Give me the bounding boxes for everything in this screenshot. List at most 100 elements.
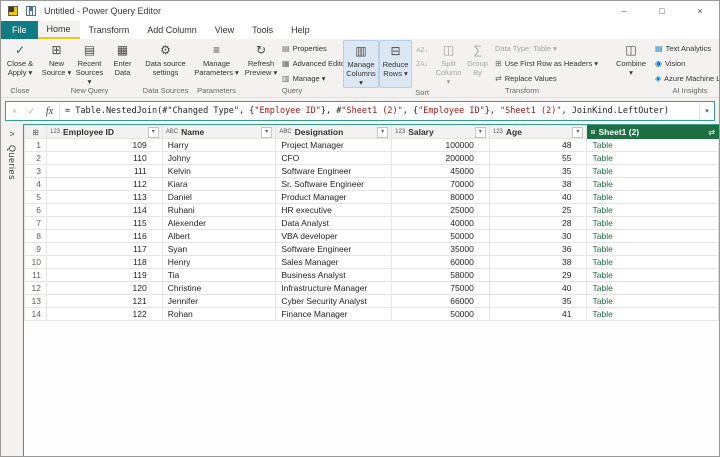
tab-home[interactable]: Home (37, 21, 80, 39)
column-filter-button[interactable]: ▾ (572, 126, 584, 138)
recent-sources-button[interactable]: ▤ Recent Sources ▾ (73, 40, 106, 86)
sort-descending-button[interactable]: ZA↓ (412, 58, 432, 72)
vision-button[interactable]: ◉ Vision (652, 56, 719, 71)
text-analytics-button[interactable]: ▤ Text Analytics (652, 41, 719, 56)
row-number[interactable]: 4 (24, 177, 47, 191)
data-preview-table: ⊞ 123 Employee ID ▾ ABC Name ▾ ABC Designation ▾ 1… (24, 125, 719, 321)
queries-expand-button[interactable]: > (9, 127, 14, 141)
table-link-cell[interactable]: Table (586, 229, 719, 243)
data-cell: 118 (45, 255, 163, 269)
formula-input[interactable]: = Table.NestedJoin(#"Changed Type", {"Em… (60, 102, 699, 120)
row-number[interactable]: 13 (24, 294, 47, 308)
table-link-cell[interactable]: Table (586, 151, 719, 165)
table-link-cell[interactable]: Table (586, 203, 719, 217)
combine-icon: ◫ (625, 43, 637, 57)
column-header-salary[interactable]: 123 Salary ▾ (391, 125, 490, 139)
table-link-cell[interactable]: Table (586, 190, 719, 204)
replace-values-button[interactable]: ⇄ Replace Values (492, 71, 610, 86)
ribbon-tabs: File Home Transform Add Column View Tool… (1, 21, 719, 39)
data-cell: 25 (488, 203, 588, 217)
manage-parameters-button[interactable]: ≡ Manage Parameters ▾ (192, 40, 241, 86)
commit-formula-icon[interactable]: ✓ (23, 102, 40, 120)
table-link-cell[interactable]: Table (586, 242, 719, 256)
close-button[interactable]: × (681, 1, 719, 21)
table-link-cell[interactable]: Table (586, 216, 719, 230)
tab-add-column[interactable]: Add Column (138, 21, 206, 39)
column-filter-button[interactable]: ▾ (261, 126, 273, 138)
column-header-sheet1-2-[interactable]: ⊞ Sheet1 (2) ⇄ (586, 125, 719, 139)
column-header-age[interactable]: 123 Age ▾ (488, 125, 588, 139)
data-cell: Rohan (161, 307, 277, 321)
group-by-button[interactable]: ∑ Group By (463, 40, 492, 86)
data-preview-pane: ⊞ 123 Employee ID ▾ ABC Name ▾ ABC Designation ▾ 1… (23, 124, 719, 456)
column-filter-button[interactable]: ▾ (377, 126, 389, 138)
data-cell: 116 (45, 229, 163, 243)
tab-tools[interactable]: Tools (243, 21, 282, 39)
tab-view[interactable]: View (206, 21, 243, 39)
expand-column-icon[interactable]: ⇄ (708, 128, 715, 137)
row-number[interactable]: 7 (24, 216, 47, 230)
table-link-cell[interactable]: Table (586, 138, 719, 152)
manage-columns-button[interactable]: ▥ Manage Columns ▾ (343, 40, 379, 88)
data-cell: HR executive (275, 203, 393, 217)
table-link-cell[interactable]: Table (586, 177, 719, 191)
column-filter-button[interactable]: ▾ (147, 126, 159, 138)
manage-query-button[interactable]: ▥ Manage ▾ (279, 71, 341, 86)
close-and-apply-button[interactable]: ✓ Close & Apply ▾ (2, 40, 38, 86)
data-cell: 75000 (391, 281, 490, 295)
azure-machine-learning-button[interactable]: ◈ Azure Machine Lea (652, 71, 719, 86)
tab-file[interactable]: File (1, 21, 38, 39)
table-link-cell[interactable]: Table (586, 255, 719, 269)
use-first-row-as-headers-button[interactable]: ⊞ Use First Row as Headers ▾ (492, 56, 610, 71)
refresh-preview-button[interactable]: ↻ Refresh Preview ▾ (243, 40, 279, 86)
column-header-name[interactable]: ABC Name ▾ (161, 125, 277, 139)
data-cell: 38 (488, 255, 588, 269)
reduce-rows-button[interactable]: ⊟ Reduce Rows ▾ (379, 40, 412, 88)
new-source-button[interactable]: ⊞ New Source ▾ (40, 40, 73, 86)
row-number[interactable]: 5 (24, 190, 47, 204)
column-header-designation[interactable]: ABC Designation ▾ (275, 125, 393, 139)
table-row: 3 111 Kelvin Software Engineer 45000 35 Table (24, 164, 719, 178)
maximize-button[interactable]: □ (643, 1, 681, 21)
row-number[interactable]: 10 (24, 255, 47, 269)
row-number[interactable]: 1 (24, 138, 47, 152)
data-source-settings-button[interactable]: ⚙ Data source settings (141, 40, 190, 86)
row-number[interactable]: 14 (24, 307, 47, 321)
queries-pane-label[interactable]: Queries (7, 145, 17, 180)
table-link-cell[interactable]: Table (586, 294, 719, 308)
properties-button[interactable]: ▤ Properties (279, 41, 341, 56)
table-link-cell[interactable]: Table (586, 268, 719, 282)
row-number[interactable]: 2 (24, 151, 47, 165)
row-number[interactable]: 12 (24, 281, 47, 295)
combine-button[interactable]: ◫ Combine ▾ (612, 40, 650, 86)
table-menu-button[interactable]: ⊞ (24, 125, 47, 139)
row-number[interactable]: 11 (24, 268, 47, 282)
row-number[interactable]: 6 (24, 203, 47, 217)
minimize-button[interactable]: – (605, 1, 643, 21)
sort-ascending-button[interactable]: AZ↓ (412, 44, 432, 58)
window-controls: – □ × (605, 1, 719, 21)
column-filter-button[interactable]: ▾ (474, 126, 486, 138)
save-icon[interactable] (26, 6, 36, 16)
data-cell: 100000 (391, 138, 490, 152)
table-row: 14 122 Rohan Finance Manager 50000 41 Table (24, 307, 719, 321)
cancel-formula-icon[interactable]: × (6, 102, 23, 120)
table-link-cell[interactable]: Table (586, 164, 719, 178)
tab-transform[interactable]: Transform (80, 21, 139, 39)
table-link-cell[interactable]: Table (586, 307, 719, 321)
row-number[interactable]: 9 (24, 242, 47, 256)
split-column-button[interactable]: ◫ Split Column ▾ (434, 40, 463, 86)
row-number[interactable]: 3 (24, 164, 47, 178)
enter-data-button[interactable]: ▦ Enter Data (106, 40, 139, 86)
column-header-employee-id[interactable]: 123 Employee ID ▾ (45, 125, 163, 139)
data-type-button[interactable]: Data Type: Table ▾ (492, 41, 610, 56)
row-number[interactable]: 8 (24, 229, 47, 243)
tab-help[interactable]: Help (282, 21, 319, 39)
formula-expand-button[interactable]: ▾ (699, 102, 714, 120)
data-cell: 45000 (391, 164, 490, 178)
group-columns-rows-sort: ▥ Manage Columns ▾ ⊟ Reduce Rows ▾ AZ↓ Z… (343, 40, 432, 97)
split-column-icon: ◫ (442, 43, 455, 57)
table-row: 4 112 Kiara Sr. Software Engineer 70000 38 Tab… (24, 177, 719, 191)
table-link-cell[interactable]: Table (586, 281, 719, 295)
advanced-editor-button[interactable]: ▦ Advanced Editor (279, 56, 348, 71)
